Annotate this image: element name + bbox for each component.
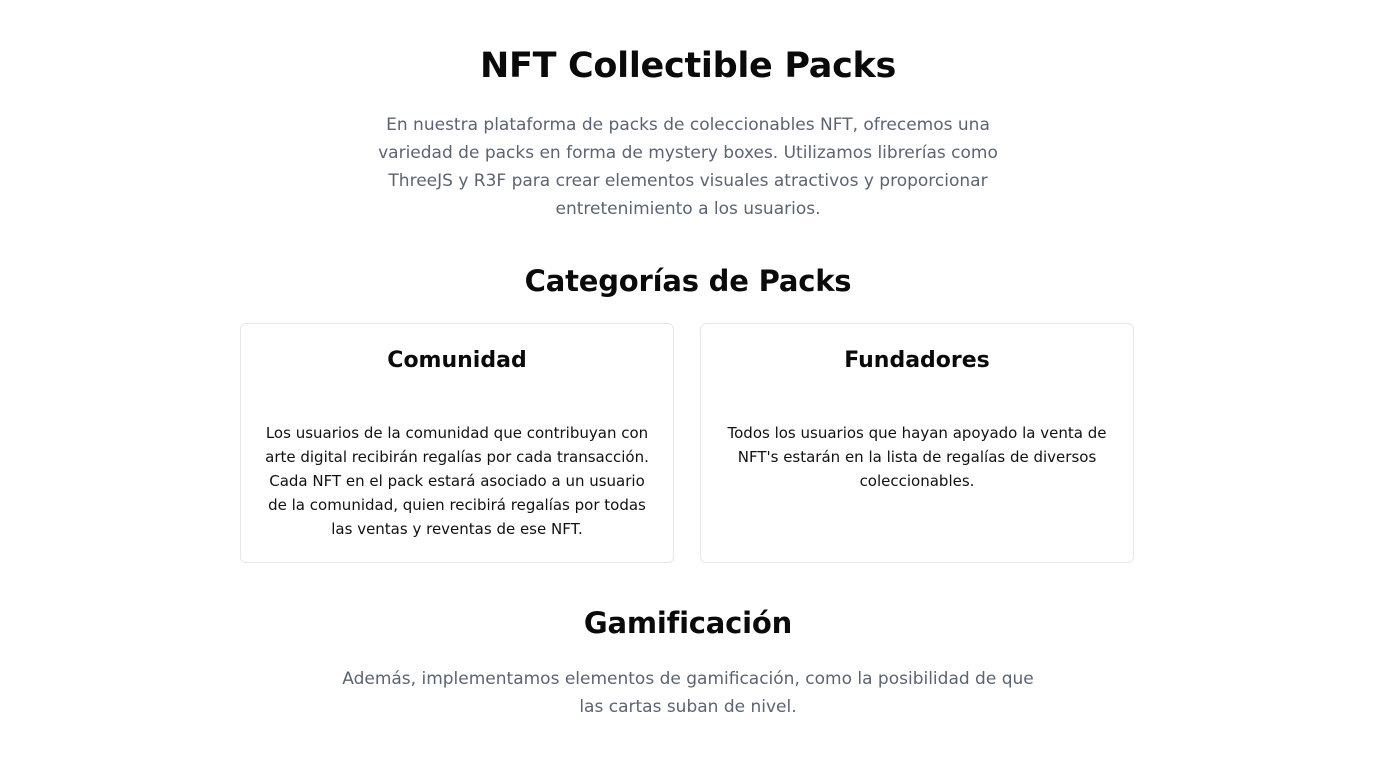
page: NFT Collectible Packs En nuestra platafo… [0,0,1376,768]
page-title: NFT Collectible Packs [479,46,897,86]
gamification-paragraph: Además, implementamos elementos de gamif… [342,669,1034,717]
gamification-heading: Gamificación [583,606,793,640]
intro-paragraph: En nuestra plataforma de packs de colecc… [378,115,998,219]
category-card-fundadores: Fundadores Todos los usuarios que hayan … [700,323,1134,563]
card-description: Los usuarios de la comunidad que contrib… [265,424,649,538]
category-card-comunidad: Comunidad Los usuarios de la comunidad q… [240,323,674,563]
categories-heading: Categorías de Packs [524,264,852,298]
card-title: Fundadores [844,348,990,373]
card-description: Todos los usuarios que hayan apoyado la … [727,424,1107,490]
card-title: Comunidad [387,348,527,373]
